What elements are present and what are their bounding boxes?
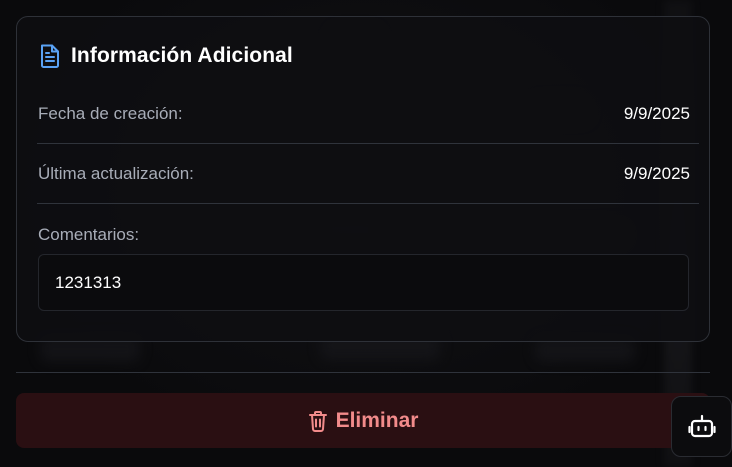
created-date-value: 9/9/2025: [623, 103, 690, 123]
comments-label: Comentarios:: [38, 225, 140, 244]
card-header: Información Adicional: [39, 43, 293, 69]
comments-field[interactable]: 1231313: [38, 254, 689, 311]
updated-date-row: Última actualización: 9/9/2025: [37, 144, 699, 204]
created-date-row: Fecha de creación: 9/9/2025: [37, 84, 699, 144]
modal-stage: Información Adicional Fecha de creación:…: [0, 0, 732, 467]
delete-button-label: Eliminar: [335, 408, 419, 432]
bot-icon: [687, 414, 716, 440]
updated-date-value: 9/9/2025: [623, 163, 690, 183]
assistant-bot-button[interactable]: [671, 396, 732, 457]
card-title: Información Adicional: [71, 44, 293, 67]
document-icon: [39, 43, 61, 69]
section-divider: [16, 372, 710, 373]
delete-button[interactable]: Eliminar: [16, 393, 710, 448]
additional-info-card: Información Adicional Fecha de creación:…: [16, 16, 710, 342]
created-date-label: Fecha de creación:: [38, 103, 183, 123]
trash-icon: [308, 410, 328, 432]
updated-date-label: Última actualización:: [38, 163, 194, 183]
